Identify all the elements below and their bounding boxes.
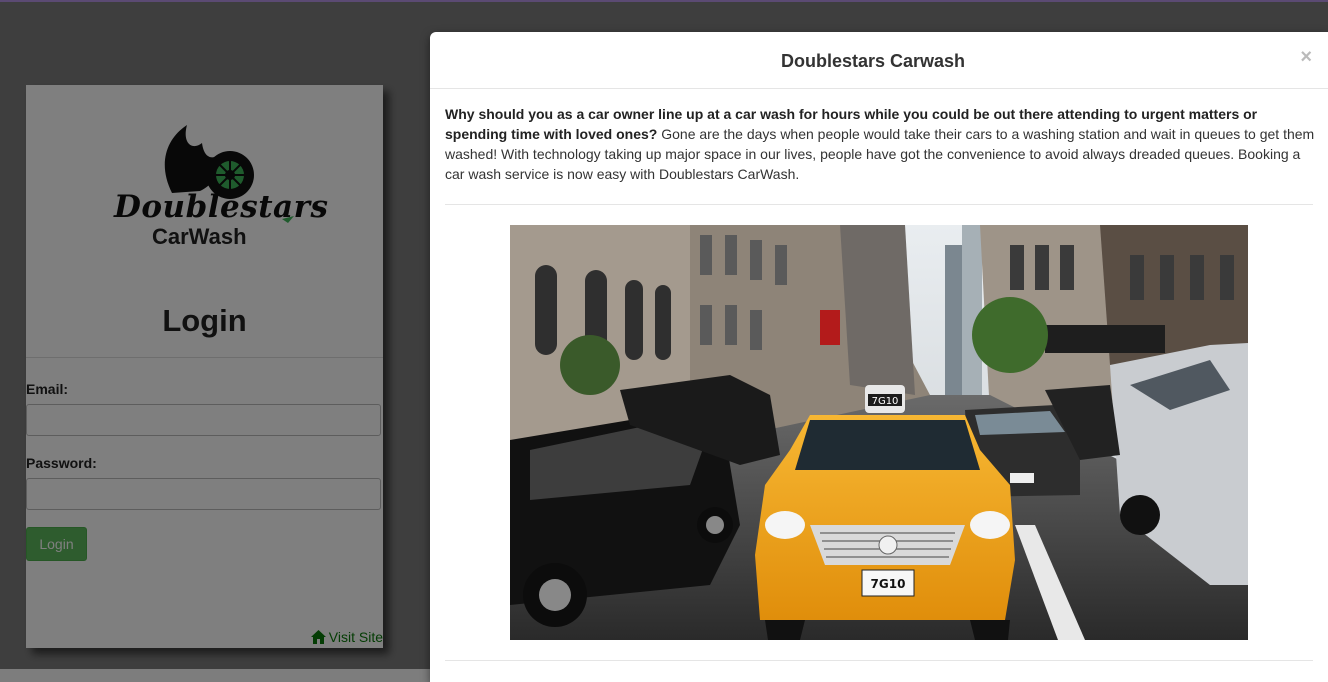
modal-intro-text: Why should you as a car owner line up at… <box>445 104 1315 184</box>
modal-divider-top <box>445 204 1313 205</box>
taxi-license-plate: 7G10 <box>871 577 906 591</box>
taxi-roof-number: 7G10 <box>872 396 899 407</box>
close-icon[interactable]: × <box>1300 46 1312 69</box>
modal-title: Doublestars Carwash <box>780 51 966 71</box>
modal-divider-bottom <box>445 660 1313 661</box>
street-taxi-photo: 7G10 7G10 <box>510 225 1248 640</box>
modal-header: Doublestars Carwash × <box>430 32 1328 89</box>
about-modal: Doublestars Carwash × Why should you as … <box>430 32 1328 682</box>
